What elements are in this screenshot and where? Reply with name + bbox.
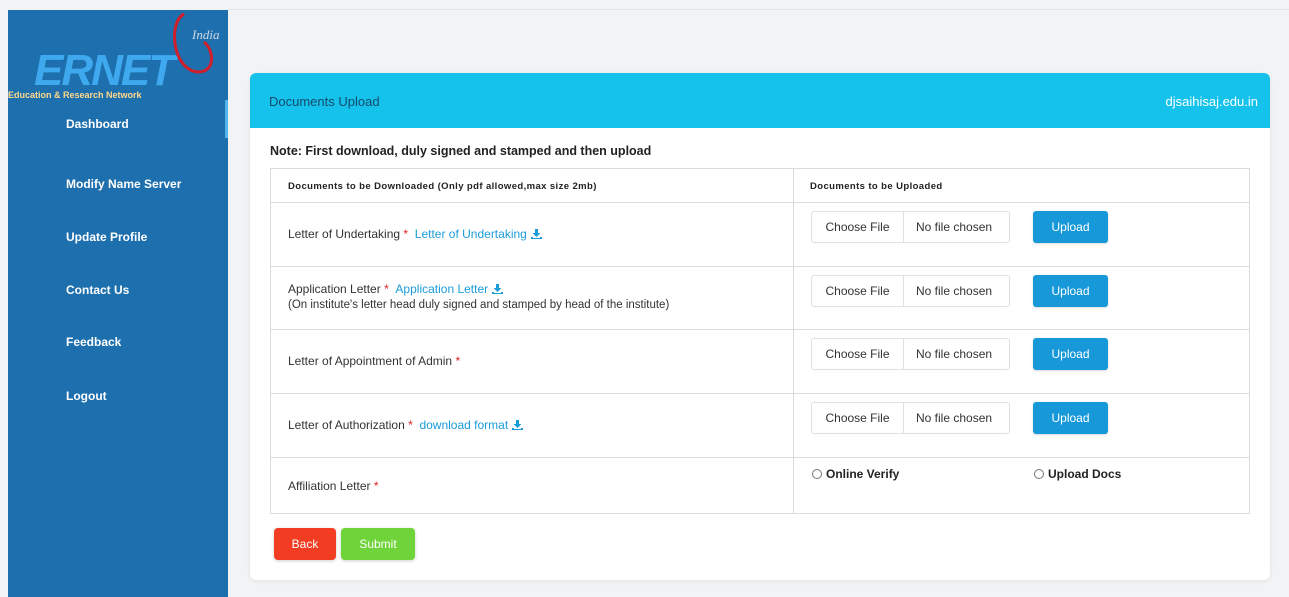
required-mark: * [403, 227, 409, 241]
sidebar-item-modify-name-server[interactable]: Modify Name Server [66, 177, 181, 191]
radio-label-online-verify[interactable]: Online Verify [826, 467, 899, 481]
required-mark: * [455, 354, 461, 368]
row-divider [271, 393, 1249, 394]
file-status: No file chosen [916, 411, 993, 425]
sidebar-item-contact-us[interactable]: Contact Us [66, 283, 129, 297]
download-link-label: Letter of Undertaking [414, 227, 527, 241]
table-row-label: Application Letter * Application Letter [288, 282, 504, 296]
upload-button[interactable]: Upload [1033, 338, 1108, 370]
application-subnote: (On institute's letter head duly signed … [288, 299, 670, 311]
ernet-logo[interactable]: ERNET India Education & Research Network [8, 10, 228, 110]
svg-text:ERNET: ERNET [34, 46, 178, 95]
top-divider [228, 9, 1289, 10]
upload-button[interactable]: Upload [1033, 402, 1108, 434]
file-input[interactable]: Choose File No file chosen [811, 338, 1010, 370]
sidebar-item-update-profile[interactable]: Update Profile [66, 230, 147, 244]
table-row-label: Letter of Undertaking * Letter of Undert… [288, 227, 542, 241]
required-mark: * [384, 282, 389, 296]
table-row-label: Affiliation Letter * [288, 479, 379, 493]
file-status: No file chosen [916, 284, 993, 298]
sidebar-item-feedback[interactable]: Feedback [66, 335, 121, 349]
logo-subtitle: Education & Research Network [8, 90, 142, 100]
file-input[interactable]: Choose File No file chosen [811, 402, 1010, 434]
file-status: No file chosen [916, 347, 993, 361]
choose-file-button[interactable]: Choose File [812, 403, 904, 433]
radio-label-upload-docs[interactable]: Upload Docs [1048, 467, 1121, 481]
documents-upload-card: Documents Upload djsaihisaj.edu.in Note:… [250, 73, 1270, 580]
header-upload: Documents to be Uploaded [810, 181, 943, 192]
choose-file-button[interactable]: Choose File [812, 212, 904, 242]
row-divider [271, 329, 1249, 330]
documents-table: Documents to be Downloaded (Only pdf all… [270, 168, 1250, 514]
upload-note: Note: First download, duly signed and st… [270, 144, 652, 158]
domain-name: djsaihisaj.edu.in [1165, 94, 1258, 109]
doc-name: Letter of Appointment of Admin [288, 354, 453, 368]
choose-file-button[interactable]: Choose File [812, 339, 904, 369]
radio-online-verify[interactable] [812, 469, 822, 479]
download-link-undertaking[interactable]: Letter of Undertaking [415, 227, 542, 241]
download-link-application[interactable]: Application Letter [395, 282, 504, 296]
submit-button[interactable]: Submit [341, 528, 415, 560]
download-icon [530, 229, 542, 239]
sidebar: ERNET India Education & Research Network… [8, 10, 228, 597]
row-divider [271, 457, 1249, 458]
required-mark: * [408, 418, 413, 432]
row-divider [271, 266, 1249, 267]
file-input[interactable]: Choose File No file chosen [811, 275, 1010, 307]
sidebar-item-dashboard[interactable]: Dashboard [66, 117, 129, 131]
doc-name: Application Letter [288, 282, 381, 296]
file-status: No file chosen [916, 220, 993, 234]
table-row-label: Letter of Authorization * download forma… [288, 418, 524, 432]
choose-file-button[interactable]: Choose File [812, 276, 904, 306]
svg-text:India: India [191, 27, 220, 42]
active-indicator [225, 100, 228, 138]
header-download: Documents to be Downloaded (Only pdf all… [288, 181, 597, 192]
doc-name: Affiliation Letter [288, 479, 371, 493]
upload-button[interactable]: Upload [1033, 211, 1108, 243]
card-title: Documents Upload [269, 94, 380, 109]
row-divider [271, 202, 1249, 203]
download-link-authorization[interactable]: download format [419, 418, 524, 432]
download-link-label: Application Letter [395, 282, 489, 296]
doc-name: Letter of Undertaking [288, 227, 401, 241]
back-button[interactable]: Back [274, 528, 336, 560]
radio-upload-docs[interactable] [1034, 469, 1044, 479]
table-row-label: Letter of Appointment of Admin * [288, 354, 460, 368]
card-header: Documents Upload djsaihisaj.edu.in [250, 73, 1270, 128]
download-icon [512, 420, 524, 430]
upload-button[interactable]: Upload [1033, 275, 1108, 307]
download-icon [492, 284, 504, 294]
doc-name: Letter of Authorization [288, 418, 405, 432]
sidebar-item-logout[interactable]: Logout [66, 389, 107, 403]
column-divider [793, 169, 794, 513]
required-mark: * [373, 479, 379, 493]
download-link-label: download format [419, 418, 509, 432]
file-input[interactable]: Choose File No file chosen [811, 211, 1010, 243]
